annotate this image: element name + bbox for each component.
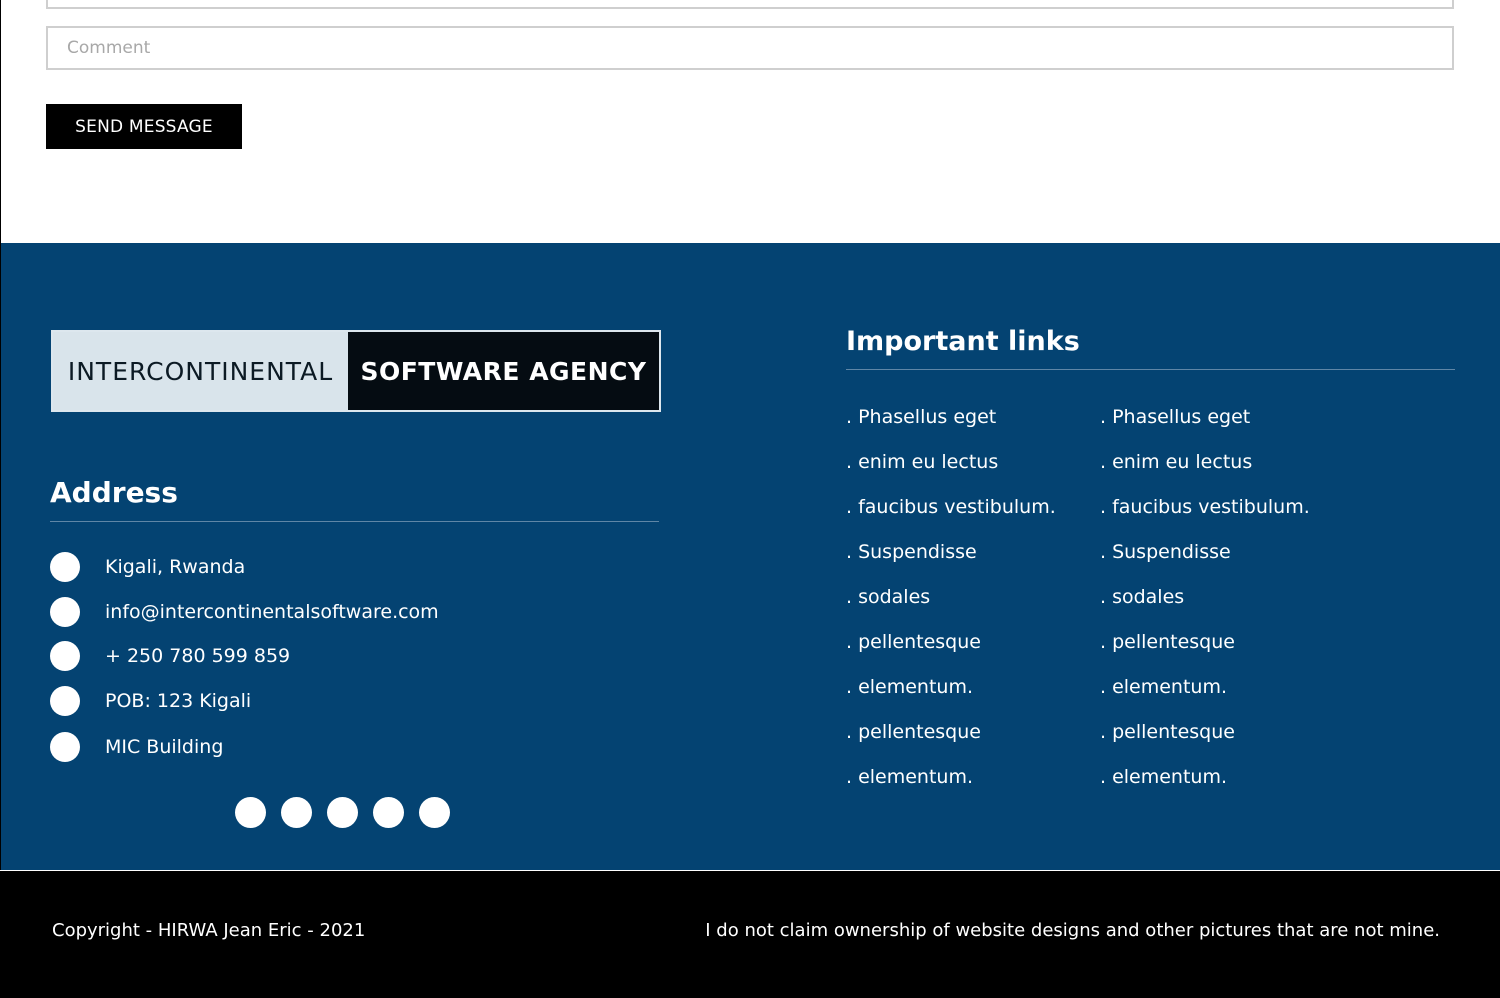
building-text: MIC Building — [105, 736, 224, 758]
location-icon — [50, 552, 80, 582]
phone-text[interactable]: + 250 780 599 859 — [105, 645, 290, 667]
send-message-button[interactable]: SEND MESSAGE — [46, 104, 242, 149]
footer-link[interactable]: . pellentesque — [1100, 631, 1235, 653]
footer: INTERCONTINENTAL SOFTWARE AGENCY Address… — [0, 243, 1500, 870]
company-logo[interactable]: INTERCONTINENTAL SOFTWARE AGENCY — [51, 330, 661, 412]
bottom-bar: Copyright - HIRWA Jean Eric - 2021 I do … — [0, 870, 1500, 998]
comment-input[interactable] — [46, 26, 1454, 70]
footer-link[interactable]: . Suspendisse — [1100, 541, 1231, 563]
address-item-building: MIC Building — [50, 732, 223, 762]
logo-left-text: INTERCONTINENTAL — [53, 332, 348, 410]
mailbox-icon — [50, 686, 80, 716]
footer-link[interactable]: . elementum. — [1100, 766, 1227, 788]
address-item-email[interactable]: info@intercontinentalsoftware.com — [50, 597, 439, 627]
footer-link[interactable]: . Phasellus eget — [1100, 406, 1250, 428]
phone-icon — [50, 641, 80, 671]
footer-link[interactable]: . Phasellus eget — [846, 406, 996, 428]
footer-link[interactable]: . pellentesque — [846, 721, 981, 743]
footer-link[interactable]: . elementum. — [1100, 676, 1227, 698]
email-icon — [50, 597, 80, 627]
copyright-text: Copyright - HIRWA Jean Eric - 2021 — [52, 920, 366, 941]
footer-link[interactable]: . pellentesque — [1100, 721, 1235, 743]
facebook-icon[interactable] — [235, 797, 266, 828]
footer-link[interactable]: . faucibus vestibulum. — [1100, 496, 1310, 518]
pob-text: POB: 123 Kigali — [105, 690, 252, 712]
footer-link[interactable]: . enim eu lectus — [1100, 451, 1252, 473]
social-links — [235, 797, 450, 828]
address-text: Kigali, Rwanda — [105, 556, 246, 578]
footer-link[interactable]: . faucibus vestibulum. — [846, 496, 1056, 518]
address-divider — [50, 521, 659, 522]
address-item-location: Kigali, Rwanda — [50, 552, 245, 582]
youtube-icon[interactable] — [419, 797, 450, 828]
email-text[interactable]: info@intercontinentalsoftware.com — [105, 601, 439, 623]
instagram-icon[interactable] — [327, 797, 358, 828]
footer-link[interactable]: . sodales — [1100, 586, 1184, 608]
address-heading: Address — [50, 476, 178, 509]
footer-link[interactable]: . elementum. — [846, 676, 973, 698]
footer-link[interactable]: . elementum. — [846, 766, 973, 788]
logo-right-text: SOFTWARE AGENCY — [348, 332, 659, 410]
previous-input-field[interactable] — [46, 0, 1454, 9]
important-links-heading: Important links — [846, 326, 1080, 357]
footer-link[interactable]: . enim eu lectus — [846, 451, 998, 473]
footer-link[interactable]: . sodales — [846, 586, 930, 608]
building-icon — [50, 732, 80, 762]
linkedin-icon[interactable] — [373, 797, 404, 828]
disclaimer-text: I do not claim ownership of website desi… — [705, 920, 1440, 941]
address-item-pob: POB: 123 Kigali — [50, 686, 251, 716]
footer-link[interactable]: . Suspendisse — [846, 541, 977, 563]
contact-form: SEND MESSAGE — [0, 0, 1500, 243]
links-divider — [846, 369, 1455, 370]
twitter-icon[interactable] — [281, 797, 312, 828]
address-item-phone[interactable]: + 250 780 599 859 — [50, 641, 290, 671]
footer-link[interactable]: . pellentesque — [846, 631, 981, 653]
